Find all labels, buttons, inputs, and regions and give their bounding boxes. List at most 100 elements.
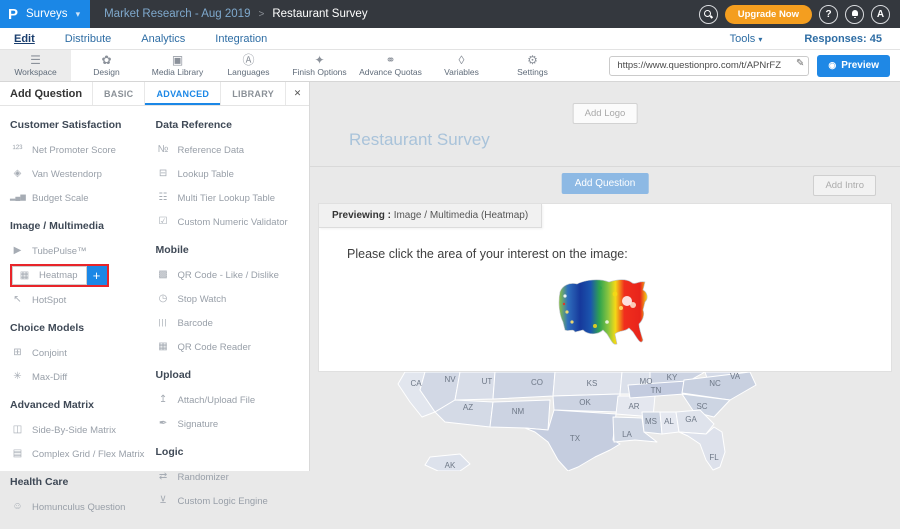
state-label: TX: [570, 434, 581, 443]
responses-count[interactable]: Responses: 45: [804, 33, 882, 45]
survey-title[interactable]: Restaurant Survey: [349, 130, 490, 150]
add-heatmap-button[interactable]: +: [87, 266, 107, 285]
toolbar-finish-options[interactable]: ✦ Finish Options: [284, 50, 355, 81]
qtype-lookup-table[interactable]: ⊟ Lookup Table: [156, 162, 309, 186]
qtype-randomizer[interactable]: ⇄ Randomizer: [156, 465, 309, 489]
help-button[interactable]: ?: [819, 5, 838, 24]
qtype-side-by-side-matrix[interactable]: ◫ Side-By-Side Matrix: [10, 418, 152, 442]
qtype-hotspot[interactable]: ↖ HotSpot: [10, 288, 152, 312]
questionpro-logo-icon: P: [8, 6, 18, 23]
preview-label: Preview: [841, 60, 879, 71]
design-icon: ✿: [101, 54, 111, 66]
qtype-label: TubePulse™: [32, 246, 87, 257]
qtype-reference-data[interactable]: № Reference Data: [156, 138, 309, 162]
section-nav: Edit Distribute Analytics Integration To…: [0, 28, 900, 50]
surveys-menu[interactable]: P Surveys ▾: [0, 0, 90, 28]
qtype-label: Lookup Table: [178, 169, 234, 180]
state-label: AK: [445, 461, 456, 470]
state-label: AL: [664, 417, 674, 426]
numeric-validator-icon: ☑: [156, 217, 171, 227]
qtype-multi-tier-lookup[interactable]: ☷ Multi Tier Lookup Table: [156, 186, 309, 210]
toolbar-media-library[interactable]: ▣ Media Library: [142, 50, 213, 81]
add-question-button[interactable]: Add Question: [562, 173, 649, 194]
tab-library[interactable]: LIBRARY: [220, 82, 285, 105]
toolbar-workspace[interactable]: ☰ Workspace: [0, 50, 71, 81]
close-panel-button[interactable]: ✕: [285, 82, 309, 105]
qtype-qr-like-dislike[interactable]: ▩ QR Code - Like / Dislike: [156, 263, 309, 287]
toolbar-label: Design: [93, 67, 119, 77]
search-icon: [704, 10, 713, 19]
state-label: GA: [685, 415, 697, 424]
qtype-complex-grid[interactable]: ▤ Complex Grid / Flex Matrix: [10, 442, 152, 466]
qtype-stop-watch[interactable]: ◷ Stop Watch: [156, 287, 309, 311]
bell-icon: [851, 10, 859, 18]
qtype-label: Multi Tier Lookup Table: [178, 193, 276, 204]
upgrade-now-button[interactable]: Upgrade Now: [725, 5, 812, 24]
toolbar-label: Media Library: [152, 67, 204, 77]
tab-distribute[interactable]: Distribute: [65, 33, 111, 45]
tab-edit[interactable]: Edit: [14, 33, 35, 45]
qr-code-reader-icon: ▦: [156, 342, 171, 352]
qtype-barcode[interactable]: ||| Barcode: [156, 311, 309, 335]
heatmap-us-image[interactable]: [555, 274, 655, 352]
search-button[interactable]: [699, 5, 718, 24]
qtype-homunculus[interactable]: ☺ Homunculus Question: [10, 495, 152, 519]
qtype-signature[interactable]: ✒ Signature: [156, 412, 309, 436]
qtype-conjoint[interactable]: ⊞ Conjoint: [10, 341, 152, 365]
qtype-budget-scale[interactable]: ▂▄▆ Budget Scale: [10, 186, 152, 210]
add-intro-button[interactable]: Add Intro: [813, 175, 876, 196]
breadcrumb-parent[interactable]: Market Research - Aug 2019: [104, 8, 250, 20]
preview-button[interactable]: ◉ Preview: [817, 55, 890, 77]
finish-options-icon: ✦: [314, 54, 324, 66]
qtype-label: HotSpot: [32, 295, 66, 306]
qtype-custom-logic-engine[interactable]: ⊻ Custom Logic Engine: [156, 489, 309, 513]
qtype-label: Net Promoter Score: [32, 145, 116, 156]
toolbar-design[interactable]: ✿ Design: [71, 50, 142, 81]
state-label: TN: [651, 386, 662, 395]
tools-menu[interactable]: Tools ▾: [730, 33, 763, 45]
qtype-label: Signature: [178, 419, 219, 430]
qtype-label: QR Code Reader: [178, 342, 251, 353]
tab-basic[interactable]: BASIC: [92, 82, 145, 105]
toolbar-variables[interactable]: ◊ Variables: [426, 50, 497, 81]
qtype-label: Barcode: [178, 318, 213, 329]
tab-integration[interactable]: Integration: [215, 33, 267, 45]
qtype-van-westendorp[interactable]: ◈ Van Westendorp: [10, 162, 152, 186]
max-diff-icon: ✳: [10, 372, 25, 382]
complex-grid-icon: ▤: [10, 449, 25, 459]
qtype-attach-upload-file[interactable]: ↥ Attach/Upload File: [156, 388, 309, 412]
plus-icon: +: [93, 268, 101, 283]
add-logo-button[interactable]: Add Logo: [573, 103, 638, 124]
previewing-value: Image / Multimedia (Heatmap): [394, 210, 529, 221]
chevron-down-icon: ▾: [758, 35, 762, 44]
tab-advanced[interactable]: ADVANCED: [144, 82, 220, 105]
us-map-background[interactable]: NV UT CO KS MO KY VA CA AZ NM OK AR TN N…: [310, 372, 900, 471]
reference-data-icon: №: [156, 145, 171, 155]
qtype-label: Custom Logic Engine: [178, 496, 268, 507]
state-label: NC: [709, 379, 721, 388]
toolbar-settings[interactable]: ⚙ Settings: [497, 50, 568, 81]
tab-analytics[interactable]: Analytics: [141, 33, 185, 45]
survey-url-input[interactable]: [609, 56, 809, 76]
heatmap-icon: ▦: [17, 271, 32, 281]
qtype-custom-numeric-validator[interactable]: ☑ Custom Numeric Validator: [156, 210, 309, 234]
qtype-label: QR Code - Like / Dislike: [178, 270, 279, 281]
qtype-qr-code-reader[interactable]: ▦ QR Code Reader: [156, 335, 309, 359]
state-label: AR: [628, 402, 639, 411]
qtype-tubepulse[interactable]: ▶ TubePulse™: [10, 239, 152, 263]
toolbar-languages[interactable]: Ⓐ Languages: [213, 50, 284, 81]
qtype-net-promoter-score[interactable]: ¹²³ Net Promoter Score: [10, 138, 152, 162]
van-westendorp-icon: ◈: [10, 169, 25, 179]
avatar[interactable]: A: [871, 5, 890, 24]
toolbar-advance-quotas[interactable]: ⚭ Advance Quotas: [355, 50, 426, 81]
qtype-heatmap[interactable]: ▦ Heatmap: [12, 266, 87, 285]
chevron-down-icon: ▾: [76, 9, 81, 20]
qtype-label: Reference Data: [178, 145, 245, 156]
section-choice-models: Choice Models: [10, 322, 152, 334]
qtype-max-diff[interactable]: ✳ Max-Diff: [10, 365, 152, 389]
notifications-button[interactable]: [845, 5, 864, 24]
edit-url-icon[interactable]: ✎: [796, 58, 804, 69]
surveys-label: Surveys: [26, 8, 68, 20]
randomizer-icon: ⇄: [156, 472, 171, 482]
conjoint-icon: ⊞: [10, 348, 25, 358]
